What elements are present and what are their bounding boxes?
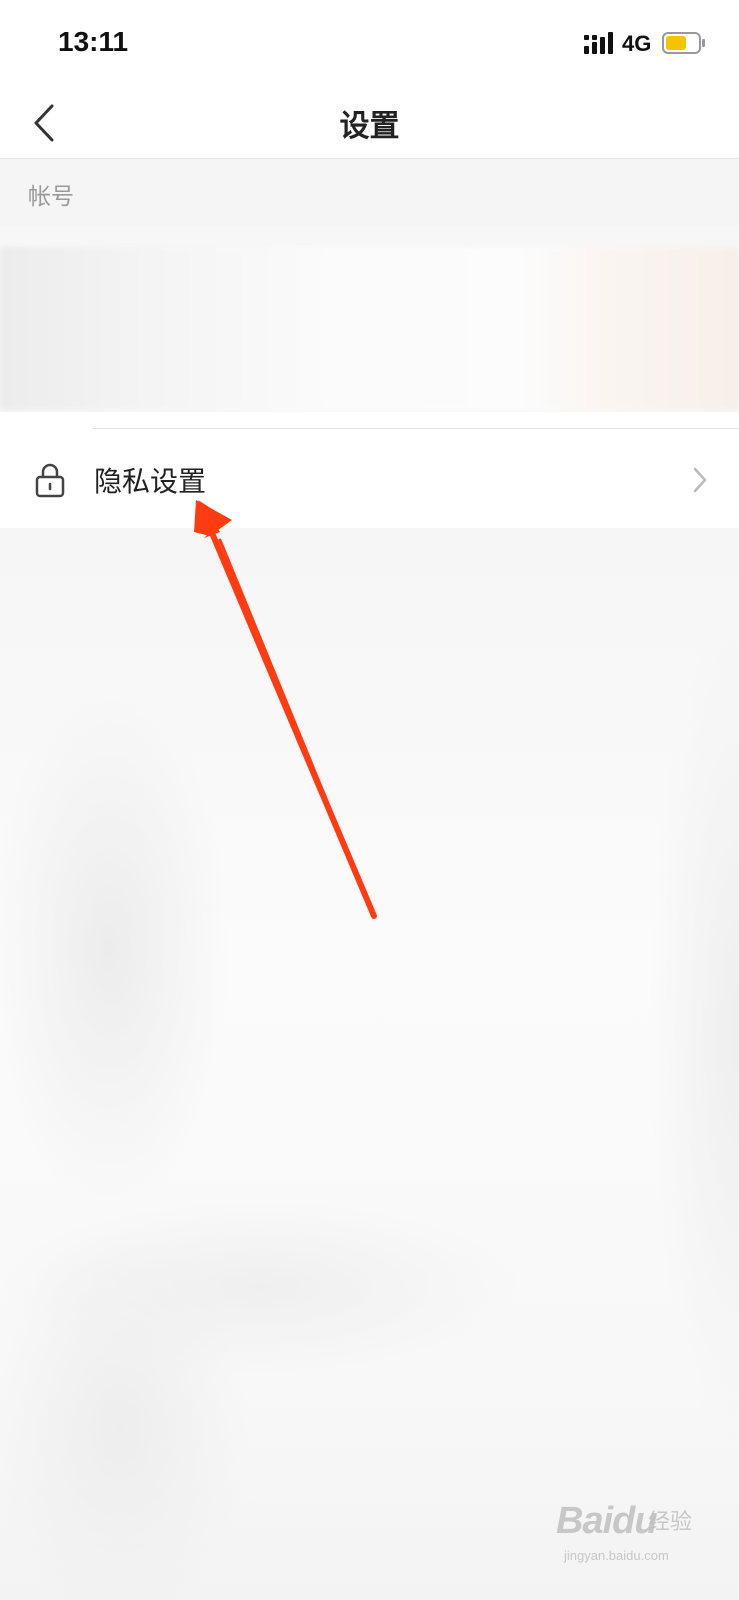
network-type: 4G	[622, 31, 652, 56]
status-bar: 13:11 4G	[0, 0, 739, 90]
content-blurred	[0, 528, 739, 1600]
nav-bar: 设置	[0, 90, 739, 159]
divider	[92, 428, 739, 429]
watermark-url: jingyan.baidu.com	[564, 1548, 669, 1563]
account-card-blurred[interactable]	[0, 247, 739, 410]
section-header-account: 帐号	[0, 159, 739, 227]
status-time: 13:11	[58, 26, 129, 57]
section-label: 帐号	[28, 184, 74, 210]
watermark-brand: Baidu	[556, 1500, 658, 1542]
page-title: 设置	[339, 109, 400, 144]
battery-icon	[662, 32, 705, 54]
watermark-text: 经验	[648, 1510, 693, 1535]
chevron-right-icon	[693, 467, 707, 493]
menu-item-privacy[interactable]: 隐私设置	[0, 412, 739, 528]
signal-icon	[584, 32, 613, 54]
lock-icon	[35, 463, 65, 498]
menu-item-label: 隐私设置	[94, 465, 207, 498]
watermark-logo: Baidu 经验 jingyan.baidu.com	[556, 1500, 716, 1570]
